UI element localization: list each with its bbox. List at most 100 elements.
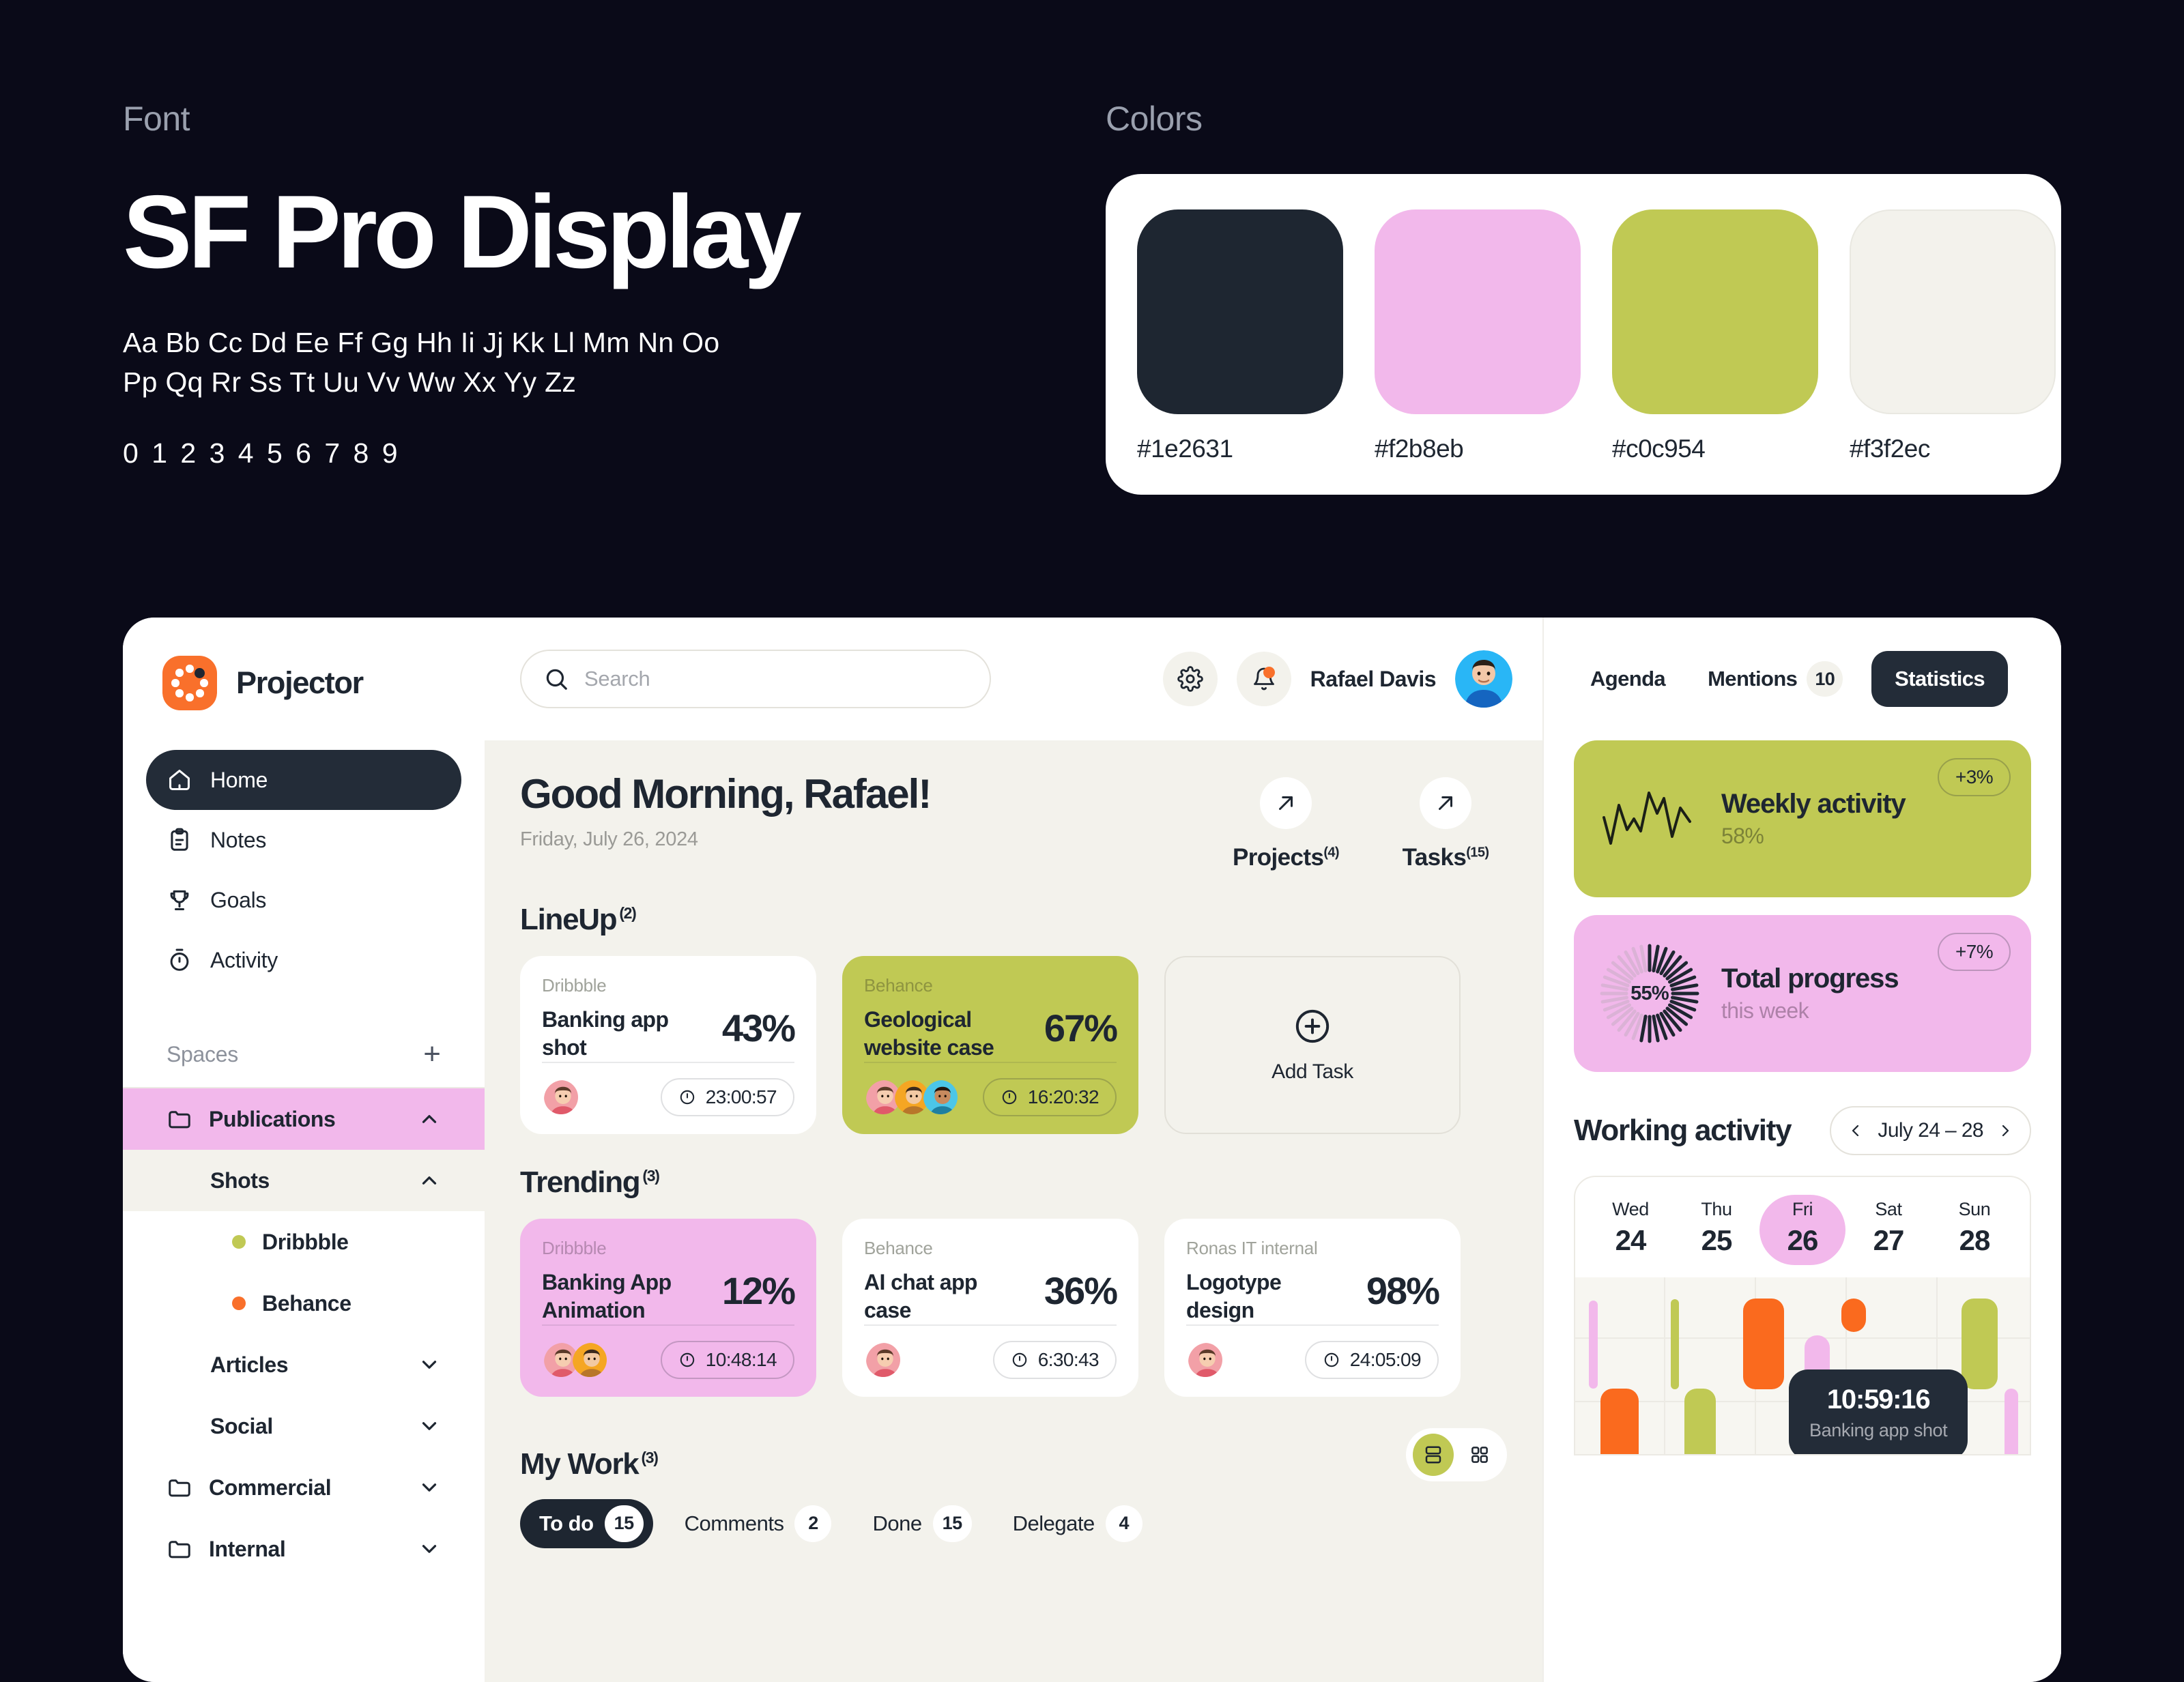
calendar-day[interactable]: Sun 28 <box>1931 1195 2017 1265</box>
sidebar-item-notes[interactable]: Notes <box>146 810 461 870</box>
list-view-button[interactable] <box>1413 1433 1454 1476</box>
weekly-activity-badge: +3% <box>1937 758 2011 796</box>
space-item-behance[interactable]: Behance <box>123 1273 485 1334</box>
chevron-down-icon[interactable] <box>418 1476 441 1499</box>
calendar-day[interactable]: Fri 26 <box>1759 1195 1845 1265</box>
tab-comments[interactable]: Comments 2 <box>665 1499 842 1548</box>
top-bar: Search Rafael Davis <box>485 618 1542 740</box>
space-item-publications[interactable]: Publications <box>123 1088 485 1150</box>
task-source: Behance <box>864 975 933 996</box>
search-input[interactable]: Search <box>520 650 991 708</box>
sidebar-item-home[interactable]: Home <box>146 750 461 810</box>
weekly-activity-card[interactable]: +3% Weekly activity 58% <box>1574 740 2031 897</box>
task-card[interactable]: Dribbble Banking App Animation 12% 10:48:14 <box>520 1218 816 1397</box>
chevron-down-icon[interactable] <box>418 1537 441 1561</box>
total-progress-card[interactable]: +7% 55% Total progress this week <box>1574 915 2031 1072</box>
space-item-label: Social <box>210 1413 273 1438</box>
space-item-dribbble[interactable]: Dribbble <box>123 1211 485 1273</box>
chevron-up-icon[interactable] <box>418 1107 441 1131</box>
task-timer[interactable]: 16:20:32 <box>982 1077 1117 1116</box>
quick-link-tasks[interactable]: Tasks(15) <box>1384 777 1507 871</box>
avatar[interactable] <box>864 1341 902 1379</box>
avatar[interactable] <box>542 1078 580 1116</box>
chevron-left-icon[interactable] <box>1848 1122 1864 1139</box>
center-column: Search Rafael Davis Good Morning, Rafael… <box>485 618 1542 1682</box>
activity-bar[interactable] <box>1670 1299 1679 1390</box>
task-card[interactable]: Dribbble Banking app shot 43% 23:00:57 <box>520 956 816 1134</box>
task-timer[interactable]: 24:05:09 <box>1304 1340 1439 1379</box>
calendar-day[interactable]: Sat 27 <box>1845 1195 1931 1265</box>
activity-bar[interactable] <box>2005 1389 2019 1454</box>
clock-icon <box>1002 1090 1017 1105</box>
chevron-up-icon[interactable] <box>418 1169 441 1192</box>
tooltip-time: 10:59:16 <box>1826 1384 1931 1415</box>
tab-delegate[interactable]: Delegate 4 <box>994 1499 1152 1548</box>
grid-view-button[interactable] <box>1459 1434 1500 1476</box>
task-card[interactable]: Behance AI chat app case 36% 6:30:43 <box>842 1218 1138 1397</box>
clock-icon <box>680 1352 695 1367</box>
settings-button[interactable] <box>1162 652 1218 706</box>
working-activity-title: Working activity <box>1574 1114 1792 1147</box>
space-item-label: Articles <box>210 1352 289 1377</box>
avatar[interactable] <box>571 1341 609 1379</box>
activity-bar[interactable] <box>1588 1300 1598 1389</box>
my-work-tabs: To do 15 Comments 2 Done 15 Delegate 4 <box>520 1498 1507 1548</box>
total-progress-title: Total progress <box>1721 963 1899 994</box>
calendar-day-number: 24 <box>1615 1224 1647 1256</box>
right-panel-body: +3% Weekly activity 58% +7% 55% Total pr… <box>1544 740 2061 1682</box>
task-timer-value: 23:00:57 <box>705 1086 777 1107</box>
task-card[interactable]: Ronas IT internal Logotype design 98% 24:05… <box>1164 1218 1461 1397</box>
chevron-down-icon[interactable] <box>418 1353 441 1376</box>
avatar[interactable] <box>921 1078 960 1116</box>
tab-count: 4 <box>1105 1505 1143 1542</box>
arrow-up-right-icon <box>1279 796 1293 810</box>
tab-to-do[interactable]: To do 15 <box>520 1498 653 1548</box>
activity-bar[interactable] <box>1684 1389 1716 1454</box>
sidebar-item-label: Goals <box>210 887 267 912</box>
activity-bar[interactable] <box>1962 1299 1998 1390</box>
tab-mentions[interactable]: Mentions 10 <box>1694 651 1856 707</box>
space-item-articles[interactable]: Articles <box>123 1334 485 1395</box>
quick-link-circle <box>1260 777 1312 829</box>
space-item-internal[interactable]: Internal <box>123 1518 485 1580</box>
tab-count: 15 <box>604 1505 644 1542</box>
task-percent: 36% <box>1044 1268 1118 1312</box>
user-name: Rafael Davis <box>1310 666 1437 691</box>
calendar-day[interactable]: Thu 25 <box>1673 1195 1759 1265</box>
avatar-image <box>923 1079 958 1114</box>
quick-link-projects[interactable]: Projects(4) <box>1224 777 1347 871</box>
add-space-button[interactable]: + <box>423 1039 441 1069</box>
task-timer[interactable]: 10:48:14 <box>660 1340 794 1379</box>
brand[interactable]: Projector <box>123 618 485 710</box>
sidebar-item-goals[interactable]: Goals <box>146 870 461 930</box>
date-range-picker[interactable]: July 24 – 28 <box>1830 1106 2031 1155</box>
space-item-shots[interactable]: Shots <box>123 1150 485 1211</box>
task-timer[interactable]: 6:30:43 <box>992 1340 1117 1379</box>
activity-bar[interactable] <box>1743 1299 1785 1390</box>
activity-bar[interactable] <box>1841 1299 1867 1333</box>
space-item-social[interactable]: Social <box>123 1395 485 1457</box>
tab-statistics[interactable]: Statistics <box>1871 651 2009 707</box>
chevron-right-icon[interactable] <box>1997 1122 2013 1139</box>
arrow-up-right-icon <box>1439 796 1452 810</box>
activity-bar[interactable] <box>1600 1389 1639 1454</box>
alphabet-specimen: Aa Bb Cc Dd Ee Ff Gg Hh Ii Jj Kk Ll Mm N… <box>123 323 1037 402</box>
add-task-card[interactable]: Add Task <box>1164 956 1461 1134</box>
tab-agenda[interactable]: Agenda <box>1577 651 1679 707</box>
avatar[interactable] <box>1186 1341 1224 1379</box>
chevron-down-icon[interactable] <box>418 1415 441 1438</box>
task-timer-value: 24:05:09 <box>1349 1348 1422 1370</box>
avatar-image <box>544 1079 578 1114</box>
sidebar-item-activity[interactable]: Activity <box>146 930 461 990</box>
avatar[interactable] <box>1455 650 1512 708</box>
task-name: AI chat app case <box>864 1269 977 1322</box>
brand-name: Projector <box>236 665 364 700</box>
tab-done[interactable]: Done 15 <box>853 1499 981 1548</box>
task-card[interactable]: Behance Geological website case 67% 16:20:3… <box>842 956 1138 1134</box>
space-item-commercial[interactable]: Commercial <box>123 1457 485 1518</box>
calendar-day-number: 28 <box>1959 1224 1991 1256</box>
right-panel-tabs: Agenda Mentions 10 Statistics <box>1544 618 2061 740</box>
notifications-button[interactable] <box>1236 652 1291 706</box>
task-timer[interactable]: 23:00:57 <box>660 1077 794 1116</box>
calendar-day[interactable]: Wed 24 <box>1587 1195 1673 1265</box>
